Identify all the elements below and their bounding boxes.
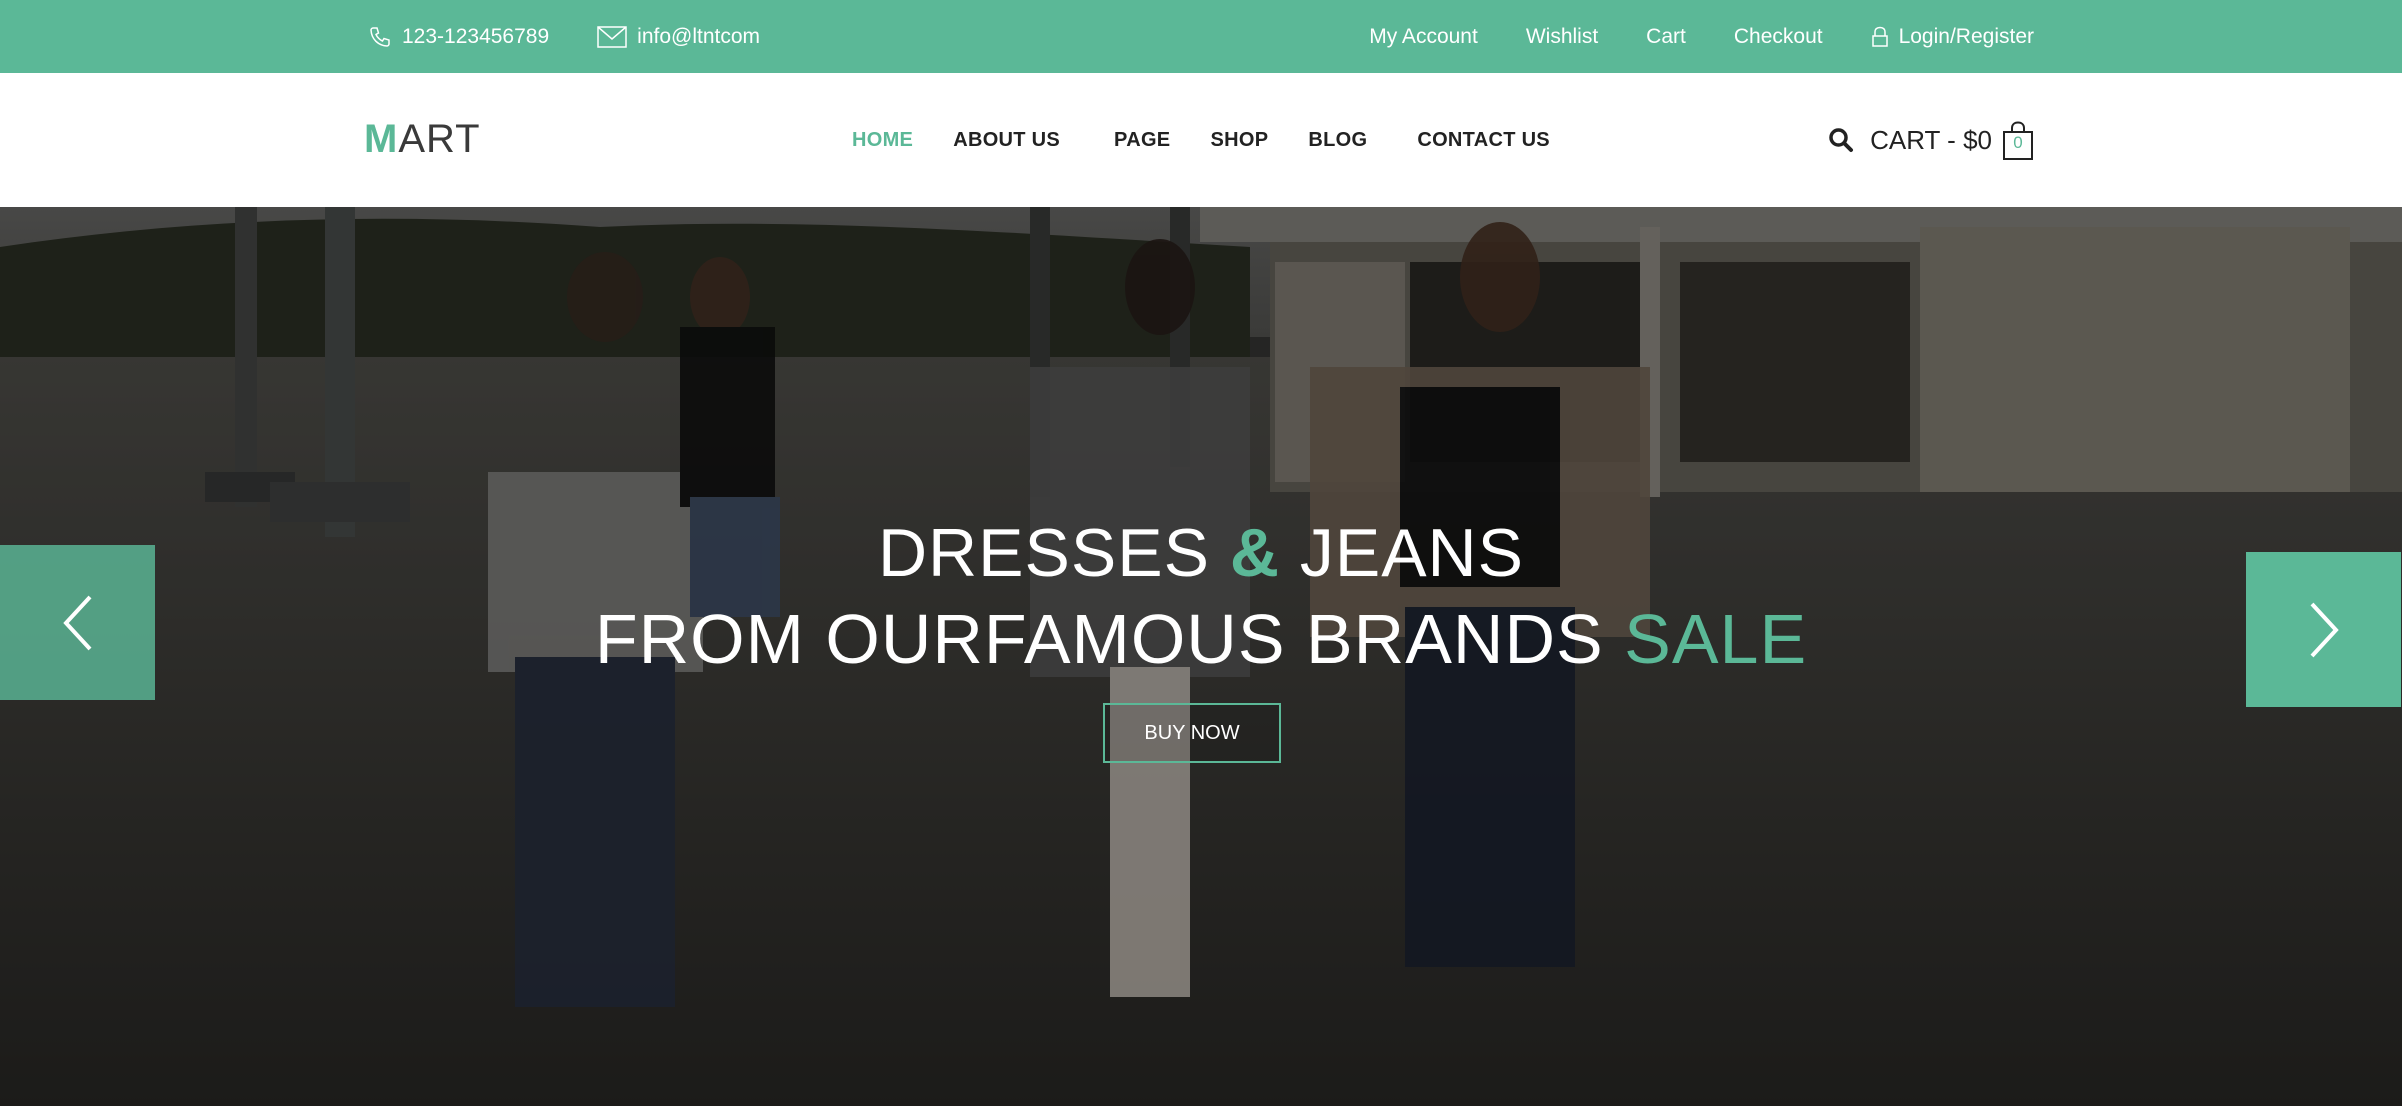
login-register-link[interactable]: Login/Register [1871,25,2034,49]
checkout-link[interactable]: Checkout [1734,25,1823,49]
phone-icon [370,26,390,47]
phone-contact: 123-123456789 [368,25,549,49]
nav-home[interactable]: HOME [852,129,913,152]
main-navigation: HOME ABOUT US PAGE SHOP BLOG CONTACT US [852,73,1590,207]
my-account-link[interactable]: My Account [1369,25,1478,49]
email-address: info@ltntcom [637,24,761,48]
hero-line1-part-a: DRESSES [877,515,1230,591]
site-logo[interactable]: MART [364,117,481,162]
search-icon [1829,128,1854,152]
cart-bag-button[interactable]: 0 [2002,121,2034,160]
login-register-label: Login/Register [1898,24,2034,48]
chevron-left-icon [62,595,91,650]
cart-total[interactable]: CART - $0 [1870,125,1992,156]
lock-icon [1871,26,1888,47]
cart-count-badge: 0 [2013,133,2023,152]
cart-link[interactable]: Cart [1646,25,1686,49]
account-links: My Account Wishlist Cart Checkout Login/… [1321,0,2034,73]
chevron-right-icon [2310,602,2339,657]
hero-sale-word: SALE [1624,600,1808,678]
email-contact: info@ltntcom [597,25,760,49]
buy-now-button[interactable]: BUY NOW [1103,703,1281,763]
phone-number: 123-123456789 [402,24,550,48]
hero-headline-line-2: FROM OURFAMOUS BRANDS SALE [0,599,2402,679]
mail-icon [597,25,627,48]
main-header: MART HOME ABOUT US PAGE SHOP BLOG CONTAC… [0,73,2402,207]
logo-text: ART [398,117,481,161]
contact-info: 123-123456789 info@ltntcom [368,0,808,73]
logo-initial: M [364,117,399,161]
nav-about-us[interactable]: ABOUT US [953,129,1060,152]
hero-line2-part-a: FROM OURFAMOUS BRANDS [594,600,1625,678]
hero-ampersand: & [1229,515,1280,591]
hero-slider: DRESSES & JEANS FROM OURFAMOUS BRANDS SA… [0,207,2402,1106]
search-button[interactable] [1828,127,1854,153]
hero-line1-part-b: JEANS [1279,515,1525,591]
nav-shop[interactable]: SHOP [1210,129,1268,152]
top-bar: 123-123456789 info@ltntcom My Account Wi… [0,0,2402,73]
wishlist-link[interactable]: Wishlist [1526,25,1598,49]
slider-prev-button[interactable] [0,545,155,700]
nav-blog[interactable]: BLOG [1308,129,1367,152]
slider-next-button[interactable] [2246,552,2401,707]
header-cart: CART - $0 0 [1828,73,2034,207]
hero-headline-line-1: DRESSES & JEANS [0,514,2402,592]
nav-contact-us[interactable]: CONTACT US [1417,129,1550,152]
nav-page[interactable]: PAGE [1114,129,1170,152]
